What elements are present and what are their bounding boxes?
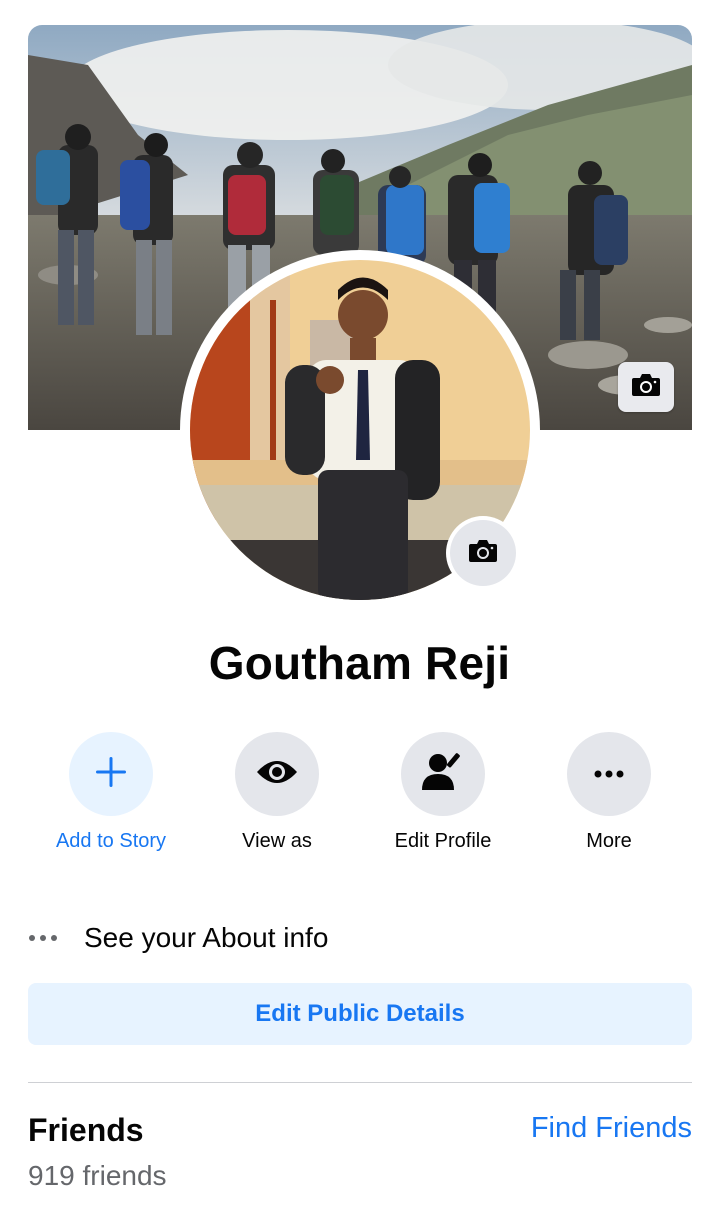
view-as-button[interactable]: View as — [197, 732, 357, 853]
more-dots-icon — [28, 934, 84, 942]
edit-profile-circle[interactable] — [401, 732, 485, 816]
find-friends-link[interactable]: Find Friends — [531, 1112, 692, 1145]
add-to-story-label: Add to Story — [55, 830, 167, 852]
profile-actions: Add to Story View as Edit Profile More — [0, 732, 719, 862]
friends-heading: Friends — [28, 1112, 144, 1148]
edit-cover-photo-button[interactable] — [618, 362, 674, 412]
more-circle[interactable] — [567, 732, 651, 816]
add-to-story-circle[interactable] — [69, 732, 153, 816]
edit-public-details-button[interactable]: Edit Public Details — [28, 983, 692, 1045]
more-button[interactable]: More — [529, 732, 689, 853]
eye-icon — [255, 758, 299, 791]
add-to-story-button[interactable]: Add to Story — [31, 732, 191, 853]
see-about-info-row[interactable]: See your About info — [28, 918, 692, 958]
edit-profile-button[interactable]: Edit Profile — [363, 732, 523, 853]
more-label: More — [586, 830, 632, 852]
edit-profile-label: Edit Profile — [394, 830, 492, 852]
edit-profile-picture-button[interactable] — [446, 516, 520, 590]
friends-count: 919 friends — [28, 1160, 167, 1191]
see-about-info-label: See your About info — [84, 922, 329, 953]
edit-public-details-label: Edit Public Details — [255, 1000, 465, 1027]
more-dots-icon — [594, 765, 624, 783]
camera-icon — [468, 538, 498, 569]
view-as-label: View as — [242, 830, 312, 852]
camera-icon — [631, 372, 661, 403]
profile-name: Goutham Reji — [208, 637, 511, 689]
divider — [28, 1082, 692, 1083]
edit-person-icon — [421, 752, 465, 797]
view-as-circle[interactable] — [235, 732, 319, 816]
plus-icon — [94, 755, 128, 794]
